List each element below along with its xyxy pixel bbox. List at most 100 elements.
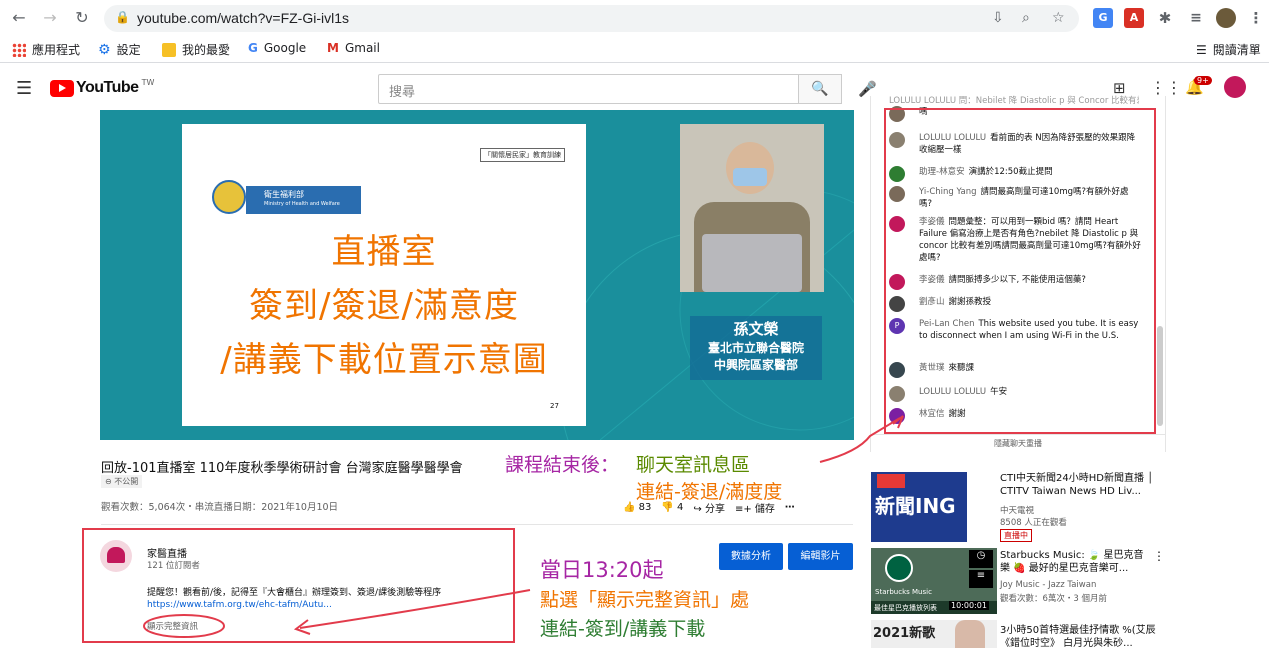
apps-icon[interactable]: ⋮⋮ <box>1150 78 1182 97</box>
reading-list-label: 閱讀清單 <box>1212 43 1261 57</box>
slide-line-2: 簽到/簽退/滿意度 <box>249 286 519 326</box>
annotation-show-more-1: 當日13:20起 <box>540 558 664 582</box>
chat-top-partial: LOLULU LOLULU 問：Nebilet 降 Diastolic p 與 … <box>889 96 1139 106</box>
reading-list[interactable]: ☰ 閱讀清單 <box>1196 41 1261 58</box>
ministry-logo <box>212 180 246 214</box>
edit-video-button[interactable]: 編輯影片 <box>788 543 853 570</box>
speaker-camera <box>680 124 824 292</box>
annotation-chat-1: 課程結束後： <box>505 454 620 476</box>
bookmark-label: 設定 <box>116 43 141 57</box>
ctitv-logo <box>877 474 905 488</box>
speaker-nameplate: 孫文榮 臺北市立聯合醫院 中興院區家醫部 <box>690 316 822 380</box>
url-text: youtube.com/watch?v=FZ-Gi-ivl1s <box>137 10 350 26</box>
zoom-icon[interactable]: ⌕ <box>1022 10 1030 26</box>
bookmark-settings[interactable]: ⚙ 設定 <box>98 41 141 58</box>
link-icon: ⊖ <box>105 477 115 486</box>
clock-icon[interactable]: ◷ <box>969 550 993 568</box>
bookmark-label: Gmail <box>344 41 380 55</box>
more-actions-icon[interactable]: ⋯ <box>785 502 795 513</box>
address-bar[interactable]: 🔒 youtube.com/watch?v=FZ-Gi-ivl1s ⇩ ⌕ ☆ <box>104 5 1079 32</box>
reload-icon[interactable]: ↻ <box>72 8 92 28</box>
slide-page-number: 27 <box>550 402 559 410</box>
reading-mode-icon[interactable]: ≡ <box>1186 8 1206 28</box>
rec-thumb-text: Starbucks Music <box>875 588 932 596</box>
speaker-affiliation-2: 中興院區家醫部 <box>713 358 798 372</box>
search-input[interactable]: 搜尋 <box>378 74 799 104</box>
video-duration: 10:00:01 <box>949 601 989 610</box>
rec-thumbnail[interactable]: 2021新歌 <box>871 620 997 648</box>
reading-list-icon: ☰ <box>1196 42 1207 57</box>
bookmark-google[interactable]: G Google <box>248 41 306 55</box>
youtube-country-code: TW <box>141 77 155 87</box>
thumbs-up-icon: 👍 <box>623 502 636 513</box>
ministry-name: 衛生福利部 <box>264 190 304 199</box>
search-placeholder: 搜尋 <box>389 85 416 100</box>
add-to-queue-icon[interactable]: ≡ <box>969 570 993 588</box>
divider <box>101 524 853 525</box>
unlisted-label: 不公開 <box>114 477 139 486</box>
gmail-icon: M <box>327 41 339 55</box>
share-label: 分享 <box>704 504 725 515</box>
bookmark-label: 應用程式 <box>32 43 81 57</box>
rec-thumb-text: 新聞ING <box>875 494 956 518</box>
browser-toolbar: ← → ↻ 🔒 youtube.com/watch?v=FZ-Gi-ivl1s … <box>0 0 1269 36</box>
rec-title[interactable]: 3小時50首特選最佳抒情歌 %(艾辰《錯位时空》 白月光與朱砂... <box>1000 624 1170 650</box>
hide-chat-button[interactable]: 隱藏聊天重播 <box>871 434 1165 449</box>
youtube-logo[interactable]: YouTube TW <box>50 77 155 97</box>
slide-header: 「關懷居民家」教育訓練 <box>480 148 565 162</box>
slide-line-1: 直播室 <box>331 232 437 272</box>
pdf-icon[interactable]: A <box>1124 8 1144 28</box>
bookmark-gmail[interactable]: M Gmail <box>327 41 380 55</box>
annotation-show-more-3: 連結-簽到/講義下載 <box>540 618 706 640</box>
description-highlight-box <box>82 528 515 643</box>
annotation-chat-3: 連結-簽退/滿度度 <box>636 481 783 503</box>
star-icon[interactable]: ☆ <box>1052 10 1065 26</box>
translate-icon[interactable]: G <box>1093 8 1113 28</box>
menu-icon[interactable]: ⋮ <box>1246 8 1266 28</box>
gear-icon: ⚙ <box>98 41 111 58</box>
save-label: 儲存 <box>754 504 775 515</box>
rec-thumbnail[interactable]: Starbucks Music 最佳星巴克播放列表 ◷ ≡ 10:00:01 <box>871 548 997 614</box>
notification-badge: 9+ <box>1194 76 1212 85</box>
playlist-add-icon: ≡+ <box>734 504 752 515</box>
bookmarks-bar: 應用程式 ⚙ 設定 我的最愛 G Google M Gmail ☰ 閱讀清單 <box>0 36 1269 63</box>
search-icon: 🔍 <box>811 81 829 97</box>
chat-highlight-box <box>884 108 1156 434</box>
profile-avatar[interactable] <box>1216 8 1236 28</box>
forward-icon[interactable]: → <box>40 8 60 28</box>
search-button[interactable]: 🔍 <box>798 74 842 104</box>
speaker-affiliation-1: 臺北市立聯合醫院 <box>707 341 804 355</box>
live-badge: 直播中 <box>1000 529 1032 542</box>
view-count: 觀看次數：5,064次・串流直播日期：2021年10月10日 <box>101 502 339 513</box>
bookmark-label: Google <box>263 41 307 55</box>
extensions-icon[interactable]: ✱ <box>1155 8 1175 28</box>
rec-more-icon[interactable]: ⋮ <box>1153 549 1165 563</box>
rec-title[interactable]: Starbucks Music: 🍃 星巴克音樂 🍓 最好的星巴克音樂可... <box>1000 549 1150 575</box>
bookmark-apps[interactable]: 應用程式 <box>12 41 80 58</box>
rec-channel: 中天電視 <box>1000 506 1035 516</box>
rec-meta: 觀看次數：6萬次・3 個月前 <box>1000 594 1108 604</box>
user-avatar[interactable] <box>1224 76 1246 98</box>
bookmark-label: 我的最愛 <box>182 43 231 57</box>
back-icon[interactable]: ← <box>9 8 29 28</box>
analytics-button[interactable]: 數據分析 <box>719 543 783 570</box>
rec-thumb-text: 2021新歌 <box>873 626 936 641</box>
bookmark-favorites[interactable]: 我的最愛 <box>162 41 230 58</box>
rec-thumbnail[interactable]: 新聞ING <box>871 472 967 542</box>
youtube-logo-text: YouTube <box>76 79 139 96</box>
folder-icon <box>162 42 176 57</box>
rec-title[interactable]: CTI中天新聞24小時HD新聞直播 │ CTITV Taiwan News HD… <box>1000 472 1160 498</box>
hamburger-menu-icon[interactable]: ☰ <box>16 78 32 99</box>
presentation-slide: 「關懷居民家」教育訓練 衛生福利部 Ministry of Health and… <box>182 124 586 426</box>
ministry-banner: 衛生福利部 Ministry of Health and Welfare <box>246 186 361 214</box>
starbucks-logo <box>885 554 913 582</box>
video-title: 回放-101直播室 110年度秋季學術研討會 台灣家庭醫學醫學會 <box>101 461 463 476</box>
ministry-name-en: Ministry of Health and Welfare <box>264 201 340 207</box>
slide-line-3: /講義下載位置示意圖 <box>220 340 548 380</box>
youtube-play-icon <box>50 79 74 97</box>
speaker-name: 孫文榮 <box>733 320 779 338</box>
chat-scrollbar[interactable] <box>1157 326 1163 426</box>
video-player[interactable]: 「關懷居民家」教育訓練 衛生福利部 Ministry of Health and… <box>100 110 854 440</box>
annotation-show-more-2: 點選「顯示完整資訊」處 <box>540 589 750 611</box>
install-icon[interactable]: ⇩ <box>992 10 1004 26</box>
